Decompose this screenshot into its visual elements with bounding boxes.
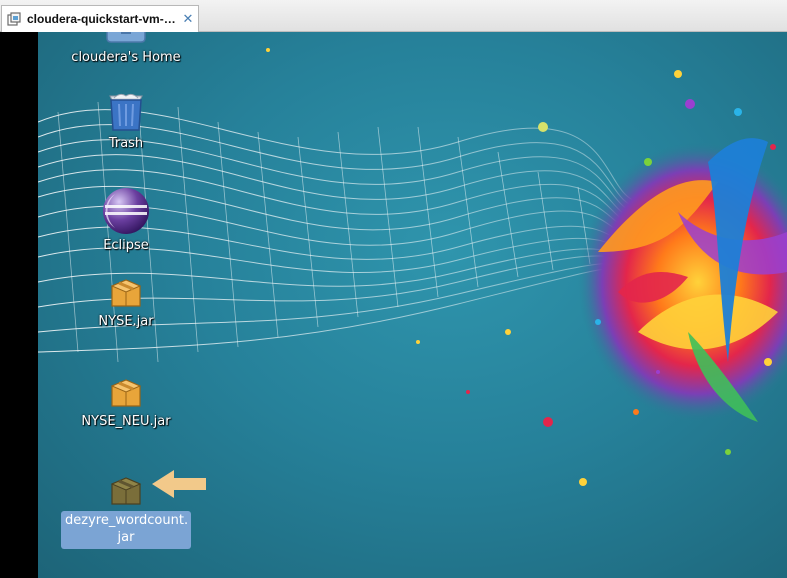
desktop-icon-label: Trash — [108, 136, 144, 151]
desktop-icon-nyse-neu-jar[interactable]: NYSE_NEU.jar — [56, 372, 196, 430]
jar-package-icon — [106, 470, 146, 510]
home-folder-icon — [104, 32, 148, 48]
tab-title: cloudera-quickstart-vm-4... — [27, 12, 177, 26]
trash-icon — [104, 90, 148, 134]
desktop-icon-label: dezyre_wordcount. jar — [61, 511, 191, 549]
vm-icon — [6, 11, 22, 27]
vm-console-window: cloudera-quickstart-vm-4... ✕ cloudera's… — [0, 0, 787, 578]
desktop-icon-eclipse[interactable]: Eclipse — [56, 186, 196, 254]
desktop[interactable]: cloudera's Home Trash Eclipse NYSE.jar N… — [38, 32, 787, 578]
desktop-icon-label: NYSE.jar — [98, 314, 154, 329]
close-icon[interactable]: ✕ — [182, 12, 194, 27]
eclipse-icon — [101, 186, 151, 236]
jar-package-icon — [106, 272, 146, 312]
desktop-icon-nyse-jar[interactable]: NYSE.jar — [56, 272, 196, 330]
desktop-icon-label: Eclipse — [103, 238, 149, 253]
tab-vm[interactable]: cloudera-quickstart-vm-4... ✕ — [1, 5, 199, 32]
desktop-icon-trash[interactable]: Trash — [56, 90, 196, 152]
jar-package-icon — [106, 372, 146, 412]
desktop-icon-home[interactable]: cloudera's Home — [56, 32, 196, 66]
tab-bar: cloudera-quickstart-vm-4... ✕ — [0, 0, 787, 32]
desktop-icon-label: NYSE_NEU.jar — [81, 414, 171, 429]
console-left-margin — [0, 32, 38, 578]
desktop-icon-label: cloudera's Home — [71, 50, 181, 65]
arrow-left-icon — [150, 468, 208, 504]
